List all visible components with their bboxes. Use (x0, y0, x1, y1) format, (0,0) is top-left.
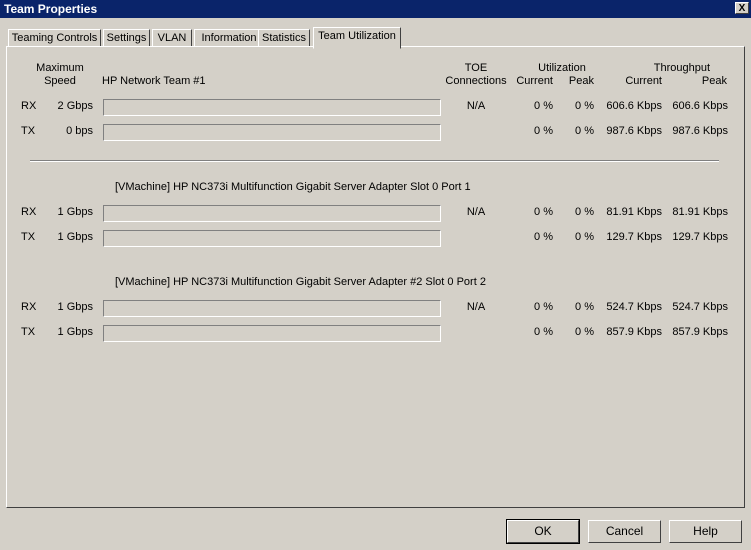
adapter-name: [VMachine] HP NC373i Multifunction Gigab… (115, 276, 486, 288)
close-button[interactable]: X (735, 2, 749, 14)
close-icon: X (738, 3, 746, 14)
header-util-peak: Peak (568, 75, 594, 87)
util-current-value: 0 % (534, 301, 553, 313)
util-current-value: 0 % (534, 100, 553, 112)
speed-value: 1 Gbps (57, 206, 93, 218)
toe-value: N/A (466, 206, 486, 218)
ok-button[interactable]: OK (506, 519, 580, 544)
util-current-value: 0 % (534, 231, 553, 243)
usage-bar (103, 124, 441, 141)
thru-peak-value: 606.6 Kbps (672, 100, 728, 112)
util-peak-value: 0 % (575, 231, 594, 243)
util-peak-value: 0 % (575, 206, 594, 218)
team-name: HP Network Team #1 (102, 75, 206, 87)
toe-value: N/A (466, 301, 486, 313)
util-peak-value: 0 % (575, 125, 594, 137)
help-button[interactable]: Help (669, 520, 742, 543)
header-toe-line2: Connections (445, 75, 507, 87)
usage-bar (103, 300, 441, 317)
speed-value: 1 Gbps (57, 326, 93, 338)
header-thru-peak: Peak (701, 75, 727, 87)
tab-teaming-controls[interactable]: Teaming Controls (8, 29, 101, 47)
tab-statistics[interactable]: Statistics (258, 29, 310, 47)
thru-peak-value: 857.9 Kbps (672, 326, 728, 338)
util-peak-value: 0 % (575, 100, 594, 112)
usage-bar (103, 205, 441, 222)
util-peak-value: 0 % (575, 326, 594, 338)
tab-information[interactable]: Information (194, 29, 264, 47)
util-peak-value: 0 % (575, 301, 594, 313)
header-util-current: Current (516, 75, 553, 87)
usage-bar (103, 325, 441, 342)
thru-current-value: 606.6 Kbps (606, 100, 662, 112)
separator (30, 160, 719, 162)
header-thru-current: Current (625, 75, 662, 87)
header-speed-line1: Maximum (36, 62, 84, 74)
thru-current-value: 857.9 Kbps (606, 326, 662, 338)
title-bar: Team Properties X (0, 0, 751, 18)
adapter-name: [VMachine] HP NC373i Multifunction Gigab… (115, 181, 471, 193)
thru-peak-value: 524.7 Kbps (672, 301, 728, 313)
usage-bar (103, 230, 441, 247)
window-title: Team Properties (4, 2, 98, 16)
thru-peak-value: 129.7 Kbps (672, 231, 728, 243)
tab-settings[interactable]: Settings (103, 29, 150, 47)
thru-peak-value: 987.6 Kbps (672, 125, 728, 137)
speed-value: 1 Gbps (57, 231, 93, 243)
toe-value: N/A (466, 100, 486, 112)
usage-bar (103, 99, 441, 116)
tab-team-utilization[interactable]: Team Utilization (313, 27, 401, 49)
tab-vlan[interactable]: VLAN (152, 29, 192, 47)
util-current-value: 0 % (534, 326, 553, 338)
thru-current-value: 524.7 Kbps (606, 301, 662, 313)
header-throughput: Throughput (653, 62, 710, 74)
cancel-button[interactable]: Cancel (588, 520, 661, 543)
speed-value: 1 Gbps (57, 301, 93, 313)
thru-current-value: 987.6 Kbps (606, 125, 662, 137)
util-current-value: 0 % (534, 206, 553, 218)
thru-current-value: 129.7 Kbps (606, 231, 662, 243)
thru-peak-value: 81.91 Kbps (672, 206, 728, 218)
header-toe-line1: TOE (464, 62, 488, 74)
speed-value: 0 bps (66, 125, 93, 137)
speed-value: 2 Gbps (57, 100, 93, 112)
thru-current-value: 81.91 Kbps (606, 206, 662, 218)
header-speed-line2: Speed (44, 75, 76, 87)
header-utilization: Utilization (538, 62, 586, 74)
util-current-value: 0 % (534, 125, 553, 137)
